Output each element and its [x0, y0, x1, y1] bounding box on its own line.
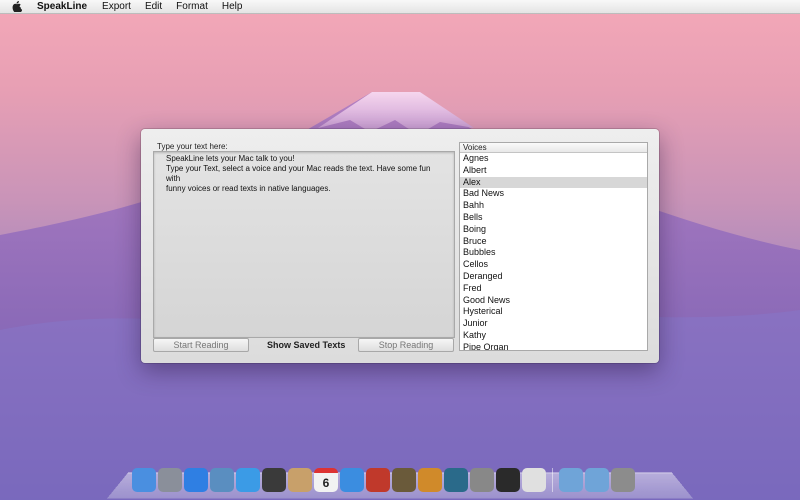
dock-separator — [552, 468, 553, 492]
text-line-3: funny voices or read texts in native lan… — [166, 184, 331, 193]
voice-item[interactable]: Bells — [460, 212, 647, 224]
app-store-icon[interactable] — [184, 468, 208, 492]
voices-list-panel[interactable]: Voices Agnes Albert Alex Bad News Bahh Bells B… — [459, 142, 648, 351]
text-area-label: Type your text here: — [157, 142, 228, 151]
textedit-icon[interactable] — [522, 468, 546, 492]
text-line-2: Type your Text, select a voice and your … — [166, 164, 431, 183]
imovie-icon[interactable] — [392, 468, 416, 492]
menu-app-name[interactable]: SpeakLine — [37, 1, 87, 12]
downloads-folder-icon[interactable] — [585, 468, 609, 492]
text-input-area[interactable]: SpeakLine lets your Mac talk to you! Typ… — [153, 151, 455, 338]
voice-item[interactable]: Bad News — [460, 188, 647, 200]
menu-export[interactable]: Export — [102, 1, 131, 12]
voice-item[interactable]: Agnes — [460, 153, 647, 165]
facetime-icon[interactable] — [262, 468, 286, 492]
voices-column-header[interactable]: Voices — [460, 143, 647, 153]
voice-item[interactable]: Pipe Organ — [460, 342, 647, 350]
trash-icon[interactable] — [611, 468, 635, 492]
finder-icon[interactable] — [132, 468, 156, 492]
text-line-1: SpeakLine lets your Mac talk to you! — [166, 154, 295, 163]
launchpad-icon[interactable] — [158, 468, 182, 492]
menu-help[interactable]: Help — [222, 1, 243, 12]
itunes-icon[interactable] — [340, 468, 364, 492]
voice-item[interactable]: Albert — [460, 165, 647, 177]
apple-menu-icon[interactable] — [11, 1, 23, 13]
mail-stamp-icon[interactable] — [210, 468, 234, 492]
stop-reading-button[interactable]: Stop Reading — [358, 338, 454, 352]
voice-item[interactable]: Alex — [460, 176, 647, 189]
voice-item[interactable]: Kathy — [460, 330, 647, 342]
voice-item[interactable]: Bahh — [460, 200, 647, 212]
voice-item[interactable]: Deranged — [460, 271, 647, 283]
activity-monitor-icon[interactable] — [496, 468, 520, 492]
start-reading-button[interactable]: Start Reading — [153, 338, 249, 352]
dock: 6 — [132, 462, 635, 492]
photo-booth-icon[interactable] — [366, 468, 390, 492]
applications-folder-icon[interactable] — [559, 468, 583, 492]
garageband-icon[interactable] — [418, 468, 442, 492]
voice-list: Agnes Albert Alex Bad News Bahh Bells Boing Bru… — [460, 153, 647, 350]
voice-item[interactable]: Fred — [460, 283, 647, 295]
voice-item[interactable]: Boing — [460, 224, 647, 236]
calendar-icon[interactable]: 6 — [314, 468, 338, 492]
menu-format[interactable]: Format — [176, 1, 208, 12]
voice-item[interactable]: Bubbles — [460, 247, 647, 259]
address-book-icon[interactable] — [288, 468, 312, 492]
menu-edit[interactable]: Edit — [145, 1, 162, 12]
show-saved-texts-button[interactable]: Show Saved Texts — [267, 340, 345, 350]
voice-item[interactable]: Good News — [460, 295, 647, 307]
system-preferences-icon[interactable] — [470, 468, 494, 492]
time-machine-icon[interactable] — [444, 468, 468, 492]
voice-item[interactable]: Bruce — [460, 236, 647, 248]
speakline-window: Type your text here: SpeakLine lets your… — [141, 129, 659, 363]
safari-icon[interactable] — [236, 468, 260, 492]
voice-item[interactable]: Cellos — [460, 259, 647, 271]
voice-item[interactable]: Junior — [460, 318, 647, 330]
voice-item[interactable]: Hysterical — [460, 306, 647, 318]
menu-bar: SpeakLine Export Edit Format Help — [0, 0, 800, 14]
